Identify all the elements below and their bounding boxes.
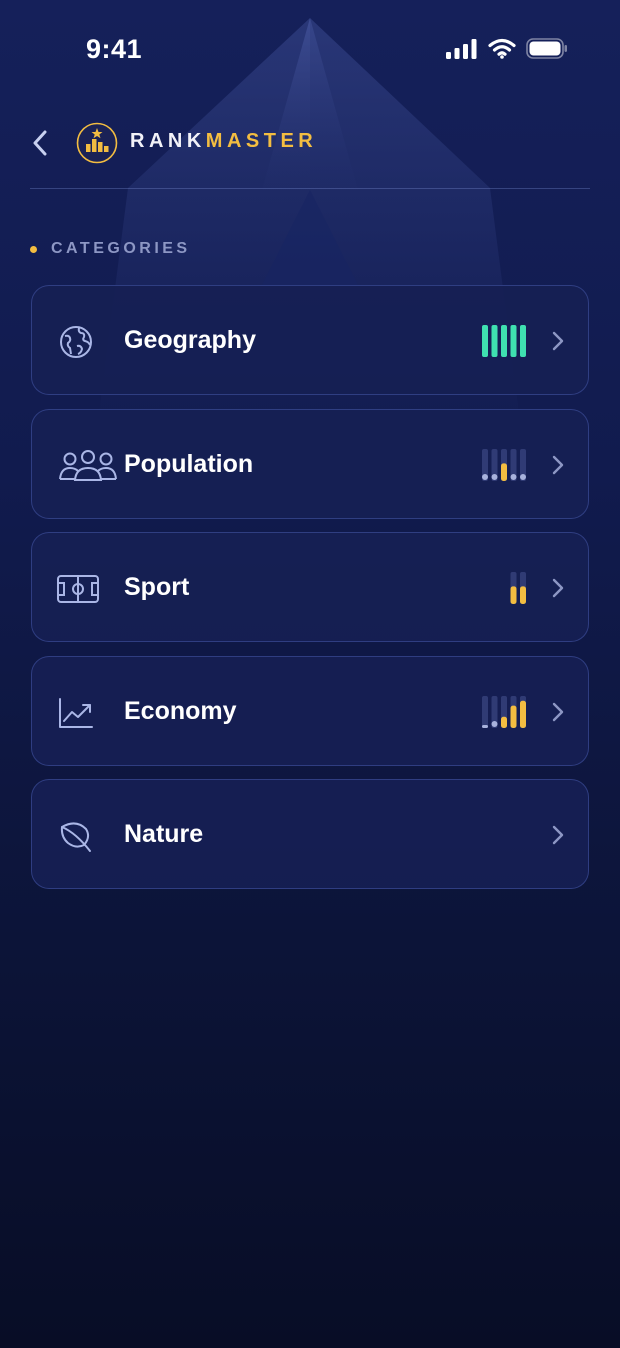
chevron-right-icon <box>552 331 564 351</box>
difficulty-bar-fill <box>482 724 488 728</box>
difficulty-indicator <box>510 572 526 604</box>
category-label: Nature <box>124 820 204 848</box>
difficulty-bar-fill <box>510 705 517 728</box>
section-title: CATEGORIES <box>51 240 191 257</box>
chevron-right-icon <box>552 825 564 845</box>
battery-icon <box>526 38 567 59</box>
cellular-signal-icon <box>446 38 477 59</box>
category-label: Economy <box>124 696 237 725</box>
difficulty-indicator <box>482 448 526 481</box>
chevron-right-icon <box>552 455 564 474</box>
difficulty-bar-track <box>520 325 526 357</box>
difficulty-bar-fill <box>520 473 526 480</box>
difficulty-bar-fill <box>520 700 526 728</box>
category-card-sport[interactable]: Sport <box>31 532 589 642</box>
brand-master: MASTER <box>205 130 318 152</box>
chevron-left-icon <box>33 130 47 156</box>
difficulty-bar-track <box>501 325 507 357</box>
wifi-icon <box>488 38 516 59</box>
difficulty-bar-fill <box>482 473 488 480</box>
difficulty-bar-fill <box>501 462 507 481</box>
globe-icon <box>56 322 96 362</box>
back-button[interactable] <box>28 126 52 160</box>
category-card-economy[interactable]: Economy <box>31 655 589 766</box>
status-bar: 9:41 <box>0 0 620 100</box>
people-icon <box>58 446 118 486</box>
category-label: Geography <box>124 326 256 354</box>
category-card-nature[interactable]: Nature <box>31 779 589 889</box>
difficulty-indicator <box>482 325 526 357</box>
section-dot <box>30 245 37 253</box>
category-label: Population <box>124 449 254 478</box>
app-brand: RANKMASTER <box>130 130 317 153</box>
category-list: Geography Population Sport Economy Natur… <box>31 285 589 903</box>
status-icons <box>446 38 568 59</box>
app-header: RANKMASTER <box>0 100 620 190</box>
trend-chart-icon <box>56 693 96 733</box>
difficulty-bar-track <box>482 325 488 357</box>
header-divider <box>30 188 590 189</box>
difficulty-bar-fill <box>510 586 517 604</box>
difficulty-bar-fill <box>491 473 498 480</box>
difficulty-bar-fill <box>491 720 498 727</box>
chevron-right-icon <box>552 578 564 598</box>
category-card-population[interactable]: Population <box>31 408 589 519</box>
difficulty-bar-fill <box>510 473 517 480</box>
difficulty-bar-fill <box>520 586 526 604</box>
leaf-icon <box>56 816 96 856</box>
difficulty-indicator <box>482 695 526 728</box>
stadium-icon <box>56 569 100 609</box>
difficulty-bar-track <box>510 325 517 357</box>
brand-rank: RANK <box>130 130 206 152</box>
rankmaster-logo <box>76 122 118 164</box>
section-header: CATEGORIES <box>30 240 191 258</box>
chevron-right-icon <box>552 702 564 721</box>
difficulty-bar-track <box>482 695 488 728</box>
category-label: Sport <box>124 573 190 601</box>
difficulty-bar-track <box>491 325 498 357</box>
category-card-geography[interactable]: Geography <box>31 285 589 395</box>
status-time: 9:41 <box>86 34 143 64</box>
difficulty-bar-fill <box>501 716 507 728</box>
